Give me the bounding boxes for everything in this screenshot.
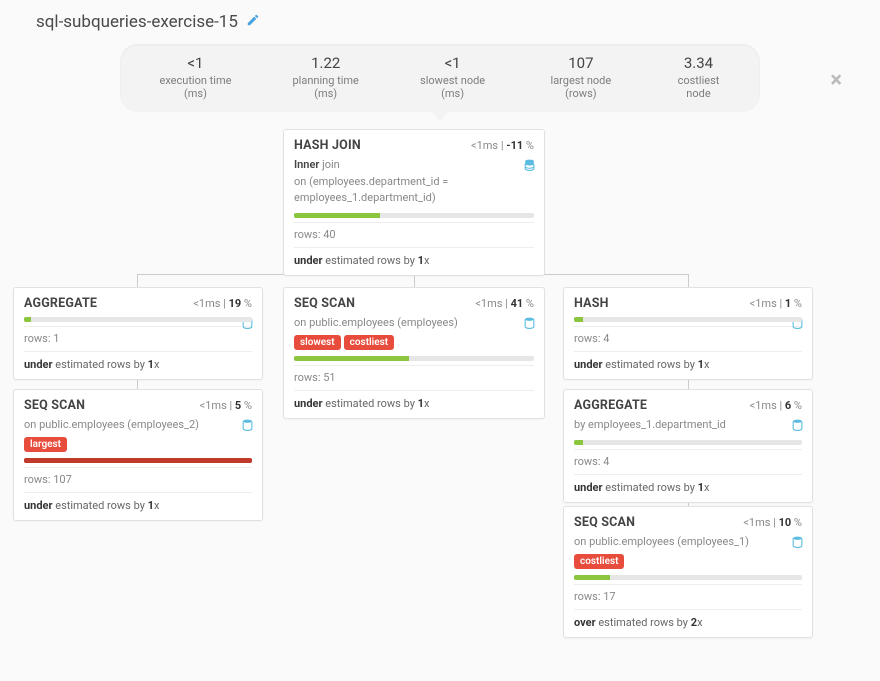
node-seq-scan-emp1[interactable]: SEQ SCAN <1ms | 10 % on public.employees… bbox=[563, 506, 813, 638]
progress-bar bbox=[294, 213, 534, 218]
stat-val: <1 bbox=[148, 54, 243, 72]
node-title: HASH bbox=[574, 296, 609, 311]
rows-line: rows: 107 bbox=[24, 467, 252, 486]
database-icon bbox=[791, 418, 804, 436]
tag-slowest: slowest bbox=[294, 335, 341, 350]
node-meta: <1ms | 1 % bbox=[750, 297, 802, 310]
estimate-line: under estimated rows by 1x bbox=[574, 474, 802, 494]
edit-icon[interactable] bbox=[246, 13, 260, 31]
tag-costliest: costliest bbox=[344, 335, 394, 350]
stat-val: 3.34 bbox=[665, 54, 732, 72]
close-icon[interactable]: × bbox=[830, 68, 842, 93]
pointer-icon bbox=[431, 111, 449, 121]
node-title: SEQ SCAN bbox=[24, 398, 85, 413]
stats-bar: <1 execution time (ms) 1.22 planning time … bbox=[120, 44, 760, 112]
rows-line: rows: 17 bbox=[574, 584, 802, 603]
progress-bar bbox=[574, 317, 802, 322]
node-hash-join[interactable]: HASH JOIN <1ms | -11 % Inner joinon (emp… bbox=[283, 129, 545, 276]
node-meta: <1ms | -11 % bbox=[471, 139, 534, 152]
rows-line: rows: 4 bbox=[574, 326, 802, 345]
stat-lbl: largest node (rows) bbox=[535, 74, 627, 100]
node-hash[interactable]: HASH <1ms | 1 % rows: 4 under estimated … bbox=[563, 287, 813, 380]
database-icon bbox=[791, 535, 804, 553]
progress-bar bbox=[24, 458, 252, 463]
estimate-line: under estimated rows by 1x bbox=[294, 247, 534, 267]
rows-line: rows: 1 bbox=[24, 326, 252, 345]
tag-largest: largest bbox=[24, 437, 67, 452]
progress-bar bbox=[574, 440, 802, 445]
node-title: AGGREGATE bbox=[24, 296, 97, 311]
node-title: HASH JOIN bbox=[294, 138, 361, 153]
node-detail: on public.employees (employees_1) bbox=[574, 534, 802, 551]
progress-bar bbox=[294, 356, 534, 361]
node-aggregate-1[interactable]: AGGREGATE <1ms | 19 % rows: 1 under esti… bbox=[13, 287, 263, 380]
database-icon bbox=[523, 316, 536, 334]
stat-lbl: costliest node bbox=[665, 74, 732, 100]
node-aggregate-2[interactable]: AGGREGATE <1ms | 6 % by employees_1.depa… bbox=[563, 389, 813, 503]
node-title: SEQ SCAN bbox=[574, 515, 635, 530]
database-icon bbox=[523, 158, 536, 176]
rows-line: rows: 40 bbox=[294, 222, 534, 241]
node-detail: on public.employees (employees_2) bbox=[24, 417, 252, 434]
stat-val: 107 bbox=[535, 54, 627, 72]
estimate-line: under estimated rows by 1x bbox=[24, 351, 252, 371]
progress-bar bbox=[24, 317, 252, 322]
stat-lbl: planning time (ms) bbox=[281, 74, 371, 100]
estimate-line: under estimated rows by 1x bbox=[574, 351, 802, 371]
stat-val: 1.22 bbox=[281, 54, 371, 72]
estimate-line: under estimated rows by 1x bbox=[24, 492, 252, 512]
progress-bar bbox=[574, 575, 802, 580]
node-detail: on public.employees (employees) bbox=[294, 315, 534, 332]
node-detail: by employees_1.department_id bbox=[574, 417, 802, 434]
stat-lbl: slowest node (ms) bbox=[408, 74, 496, 100]
node-detail: Inner joinon (employees.department_id = … bbox=[294, 157, 534, 207]
node-title: AGGREGATE bbox=[574, 398, 647, 413]
node-meta: <1ms | 5 % bbox=[200, 399, 252, 412]
rows-line: rows: 51 bbox=[294, 365, 534, 384]
node-meta: <1ms | 41 % bbox=[475, 297, 534, 310]
rows-line: rows: 4 bbox=[574, 449, 802, 468]
estimate-line: under estimated rows by 1x bbox=[294, 390, 534, 410]
node-meta: <1ms | 6 % bbox=[750, 399, 802, 412]
node-seq-scan-emp[interactable]: SEQ SCAN <1ms | 41 % on public.employees… bbox=[283, 287, 545, 419]
stat-lbl: execution time (ms) bbox=[148, 74, 243, 100]
tag-costliest: costliest bbox=[574, 554, 624, 569]
database-icon bbox=[241, 418, 254, 436]
estimate-line: over estimated rows by 2x bbox=[574, 609, 802, 629]
page-title: sql-subqueries-exercise-15 bbox=[36, 12, 238, 32]
node-meta: <1ms | 19 % bbox=[193, 297, 252, 310]
node-title: SEQ SCAN bbox=[294, 296, 355, 311]
node-seq-scan-emp2[interactable]: SEQ SCAN <1ms | 5 % on public.employees … bbox=[13, 389, 263, 521]
stat-val: <1 bbox=[408, 54, 496, 72]
node-meta: <1ms | 10 % bbox=[743, 516, 802, 529]
